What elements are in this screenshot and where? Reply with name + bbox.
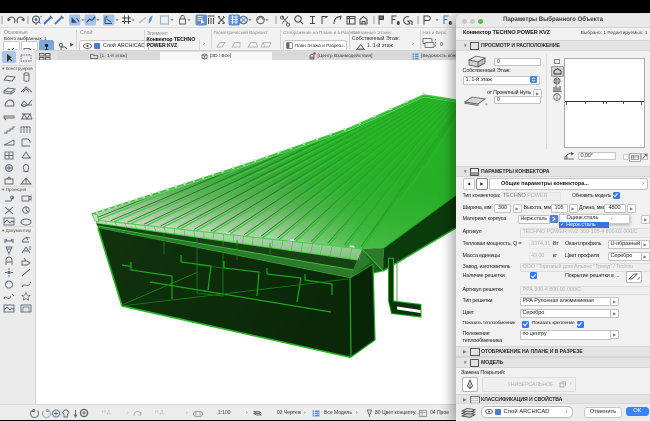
svg-text:6: 6	[449, 21, 452, 26]
svg-text:6: 6	[397, 21, 400, 26]
